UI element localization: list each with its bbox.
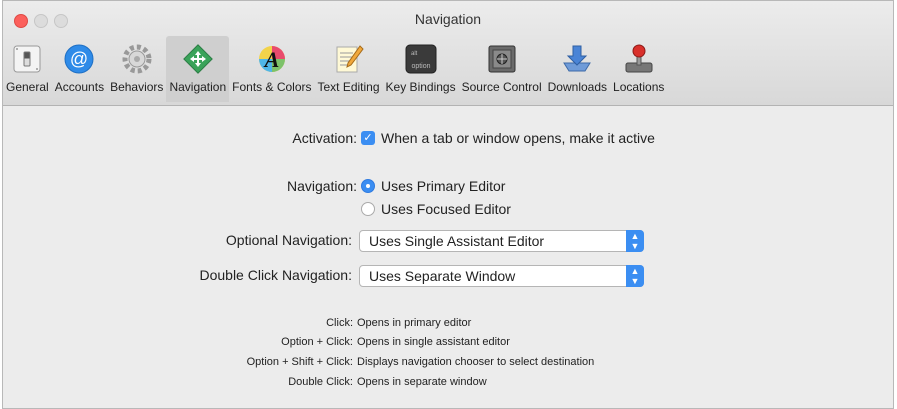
- radio-primary-editor-label[interactable]: Uses Primary Editor: [381, 178, 505, 194]
- tab-navigation[interactable]: Navigation: [166, 36, 230, 102]
- hint-key: Click:: [326, 317, 353, 329]
- tab-label: Downloads: [547, 80, 608, 94]
- activation-checkbox-label[interactable]: When a tab or window opens, make it acti…: [381, 130, 655, 146]
- option-key-icon: alt option: [404, 42, 438, 76]
- double-click-navigation-label: Double Click Navigation:: [199, 267, 352, 283]
- navigation-label: Navigation:: [286, 178, 357, 194]
- optional-navigation-select[interactable]: Uses Single Assistant Editor ▲ ▼: [359, 230, 644, 252]
- activation-label: Activation:: [292, 130, 357, 146]
- tab-key-bindings[interactable]: alt option Key Bindings: [383, 36, 459, 102]
- svg-text:A: A: [262, 47, 279, 72]
- tab-label: Locations: [613, 80, 665, 94]
- vault-icon: [485, 42, 519, 76]
- at-sign-icon: @: [62, 42, 96, 76]
- chevron-up-down-icon: ▲ ▼: [626, 230, 644, 252]
- preferences-toolbar: General @ Accounts Behaviors Navigation: [3, 36, 667, 102]
- joystick-icon: [622, 42, 656, 76]
- tab-label: Behaviors: [110, 80, 164, 94]
- move-arrows-icon: [181, 42, 215, 76]
- optional-navigation-label: Optional Navigation:: [225, 232, 352, 248]
- tab-label: Fonts & Colors: [232, 80, 312, 94]
- tab-label: Navigation: [169, 80, 227, 94]
- tab-label: General: [6, 80, 49, 94]
- hint-value: Opens in primary editor: [357, 317, 472, 329]
- hint-value: Opens in separate window: [357, 376, 487, 388]
- tab-accounts[interactable]: @ Accounts: [52, 36, 107, 102]
- download-tray-icon: [560, 42, 594, 76]
- tab-label: Source Control: [461, 80, 542, 94]
- tab-fonts-colors[interactable]: A Fonts & Colors: [229, 36, 314, 102]
- optional-navigation-value: Uses Single Assistant Editor: [369, 233, 545, 249]
- tab-general[interactable]: General: [3, 36, 52, 102]
- tab-label: Key Bindings: [385, 80, 456, 94]
- activation-checkbox[interactable]: ✓: [361, 131, 375, 145]
- gear-icon: [120, 42, 154, 76]
- chevron-up-down-icon: ▲ ▼: [626, 265, 644, 287]
- tab-source-control[interactable]: Source Control: [459, 36, 545, 102]
- titlebar: Navigation General @ Accounts Behaviors: [3, 1, 893, 106]
- tab-downloads[interactable]: Downloads: [545, 36, 610, 102]
- hint-key: Option + Shift + Click:: [246, 356, 353, 368]
- double-click-navigation-select[interactable]: Uses Separate Window ▲ ▼: [359, 265, 644, 287]
- window-title: Navigation: [414, 11, 482, 27]
- option-key-label: option: [411, 63, 430, 70]
- navigation-preferences-pane: Activation: ✓ When a tab or window opens…: [3, 106, 893, 408]
- radio-primary-editor[interactable]: [361, 179, 375, 193]
- hint-key: Option + Click:: [281, 336, 353, 348]
- tab-label: Text Editing: [317, 80, 380, 94]
- tab-behaviors[interactable]: Behaviors: [107, 36, 166, 102]
- svg-text:alt: alt: [411, 51, 418, 57]
- tab-text-editing[interactable]: Text Editing: [315, 36, 383, 102]
- double-click-navigation-value: Uses Separate Window: [369, 268, 516, 284]
- tab-locations[interactable]: Locations: [610, 36, 667, 102]
- notepad-pencil-icon: [332, 42, 366, 76]
- radio-focused-editor[interactable]: [361, 202, 375, 216]
- font-a-icon: A: [255, 42, 289, 76]
- hint-key: Double Click:: [288, 376, 353, 388]
- tab-label: Accounts: [54, 80, 105, 94]
- radio-focused-editor-label[interactable]: Uses Focused Editor: [381, 201, 511, 217]
- hint-value: Opens in single assistant editor: [357, 336, 510, 348]
- switch-icon: [10, 42, 44, 76]
- hint-value: Displays navigation chooser to select de…: [357, 356, 595, 368]
- preferences-window: Navigation General @ Accounts Behaviors: [2, 0, 894, 409]
- svg-text:@: @: [70, 49, 88, 69]
